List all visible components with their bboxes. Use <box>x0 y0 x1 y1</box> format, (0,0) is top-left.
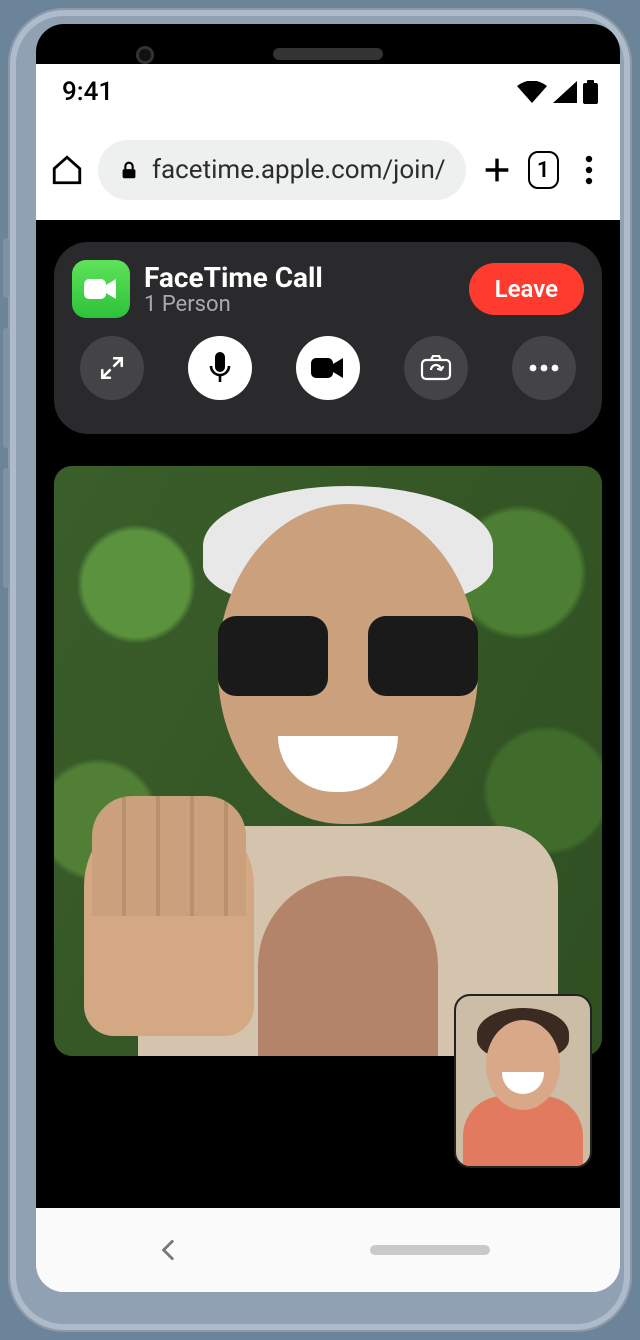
call-title-group: FaceTime Call 1 Person <box>144 261 455 317</box>
remote-person-glasses <box>218 616 478 696</box>
tab-switcher-button[interactable]: 1 <box>528 151 559 189</box>
remote-person-hand <box>84 806 254 1036</box>
video-icon <box>84 277 118 301</box>
back-button[interactable] <box>156 1237 182 1263</box>
volume-down-button <box>3 468 9 588</box>
tab-count: 1 <box>537 158 550 183</box>
phone-frame: 9:41 facetime.apple.com/join/ 1 <box>8 8 632 1332</box>
self-view[interactable] <box>454 994 592 1168</box>
top-bezel <box>36 24 620 64</box>
url-text: facetime.apple.com/join/ <box>152 155 446 185</box>
leave-button[interactable]: Leave <box>469 263 584 315</box>
status-icons <box>517 80 598 104</box>
new-tab-button[interactable] <box>480 149 514 191</box>
ellipsis-icon <box>529 364 559 372</box>
facetime-app-icon <box>72 260 130 318</box>
cellular-icon <box>553 81 577 103</box>
camera-flip-icon <box>420 355 452 381</box>
camera-toggle-button[interactable] <box>296 336 360 400</box>
screen: 9:41 facetime.apple.com/join/ 1 <box>36 64 620 1292</box>
clock: 9:41 <box>62 77 113 107</box>
status-bar: 9:41 <box>36 64 620 120</box>
browser-toolbar: facetime.apple.com/join/ 1 <box>36 124 620 216</box>
call-subtitle: 1 Person <box>144 292 455 317</box>
plus-icon <box>480 153 514 187</box>
address-bar[interactable]: facetime.apple.com/join/ <box>98 140 466 200</box>
back-icon <box>156 1237 182 1263</box>
microphone-icon <box>209 352 231 384</box>
call-title: FaceTime Call <box>144 261 455 294</box>
browser-menu-button[interactable] <box>573 149 606 191</box>
front-camera <box>136 46 154 64</box>
home-gesture-pill[interactable] <box>370 1245 490 1255</box>
battery-icon <box>583 80 598 104</box>
volume-up-button <box>3 328 9 448</box>
facetime-viewport: FaceTime Call 1 Person Leave <box>36 220 620 1208</box>
earpiece <box>273 48 383 60</box>
lock-icon <box>118 159 140 181</box>
self-face <box>486 1020 560 1110</box>
leave-label: Leave <box>495 275 558 303</box>
remote-video[interactable] <box>54 466 602 1056</box>
kebab-icon <box>585 155 593 185</box>
control-row <box>72 336 584 400</box>
expand-icon <box>99 355 125 381</box>
home-icon <box>50 153 84 187</box>
call-controls-panel: FaceTime Call 1 Person Leave <box>54 242 602 434</box>
mute-button[interactable] <box>188 336 252 400</box>
video-icon <box>311 357 345 379</box>
home-button[interactable] <box>50 149 84 191</box>
flip-camera-button[interactable] <box>404 336 468 400</box>
system-nav-bar <box>36 1208 620 1292</box>
wifi-icon <box>517 81 547 103</box>
more-options-button[interactable] <box>512 336 576 400</box>
power-button <box>3 238 9 298</box>
remote-person-shirt <box>258 876 438 1056</box>
call-header: FaceTime Call 1 Person Leave <box>72 260 584 318</box>
fullscreen-button[interactable] <box>80 336 144 400</box>
